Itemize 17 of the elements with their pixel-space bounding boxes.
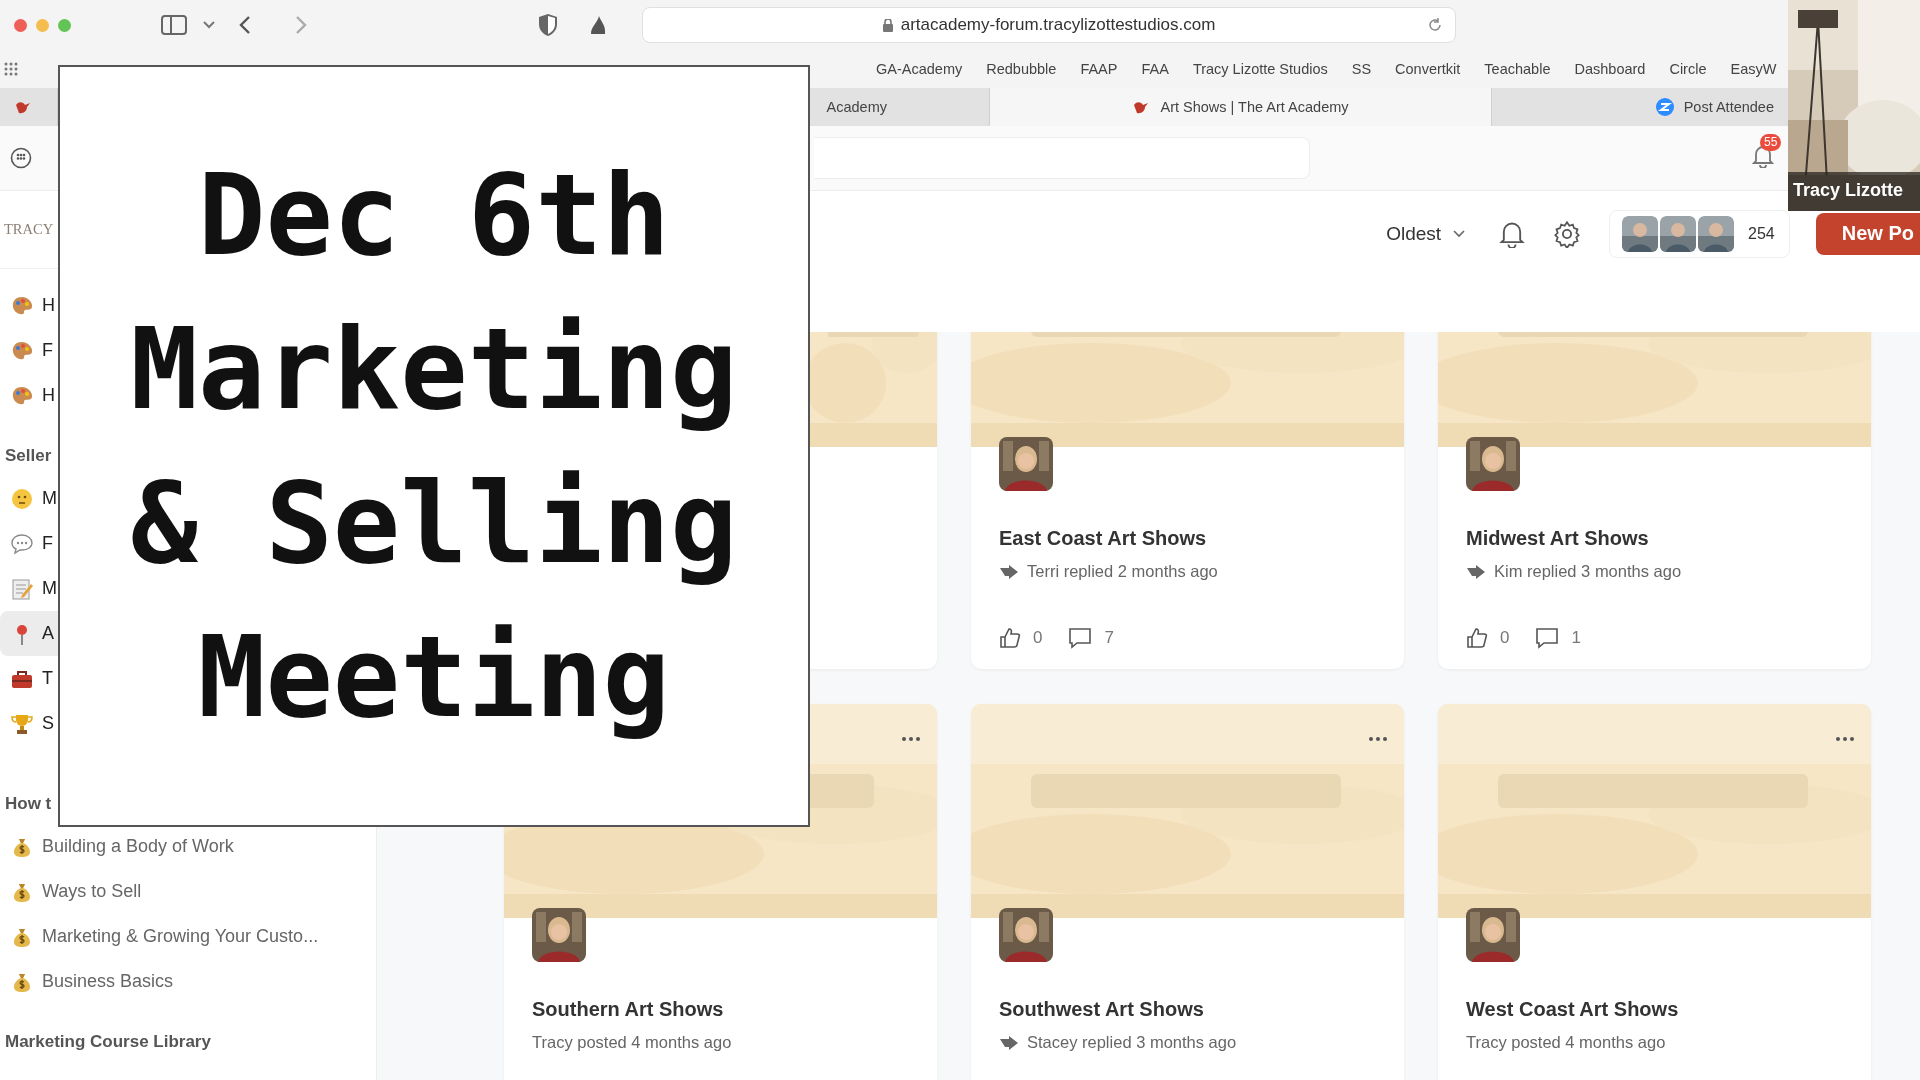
section-heading: Seller [5,446,52,465]
post-meta: Tracy posted 4 months ago [1466,1033,1666,1052]
section-heading: Marketing Course Library [5,1032,211,1051]
title-line: & Selling [130,457,738,590]
like-count: 0 [1500,628,1510,648]
like-count: 0 [1033,628,1043,648]
post-meta: Stacey replied 3 months ago [1027,1033,1237,1052]
notification-count: 55 [1760,134,1782,151]
title-line: Dec 6th [198,149,670,282]
comment-count: 7 [1104,628,1114,648]
post-meta: Kim replied 3 months ago [1494,562,1682,581]
comment-count: 1 [1571,628,1581,648]
section-heading: How t [5,794,52,813]
post-meta: Terri replied 2 months ago [1027,562,1218,581]
title-line: Marketing [130,303,738,436]
participant-name: Tracy Lizotte [1788,172,1920,211]
post-meta: Tracy posted 4 months ago [532,1033,732,1052]
